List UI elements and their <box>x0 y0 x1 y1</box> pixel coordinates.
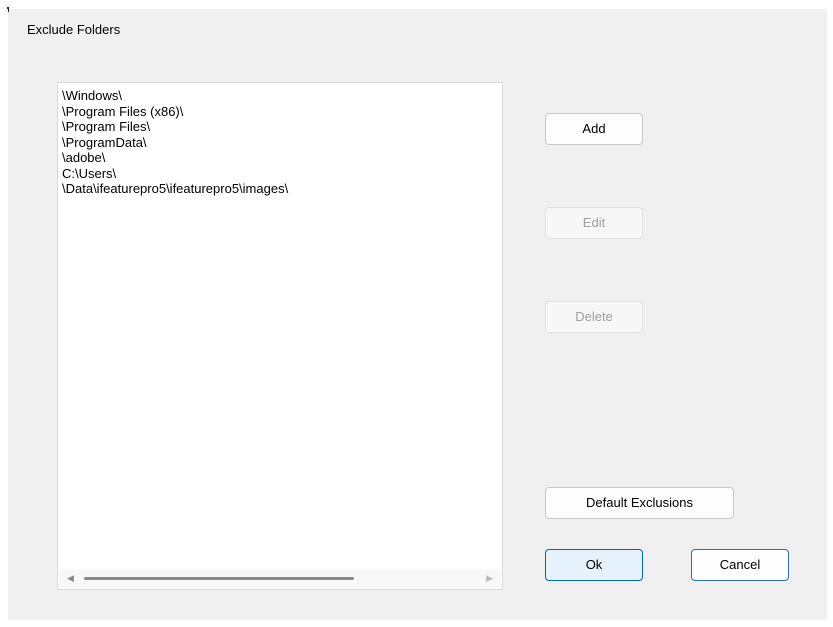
list-item[interactable]: \Data\ifeaturepro5\ifeaturepro5\images\ <box>62 181 288 197</box>
dialog-title: Exclude Folders <box>27 22 121 37</box>
edit-button[interactable]: Edit <box>545 207 643 239</box>
list-item[interactable]: C:\Users\ <box>62 166 288 182</box>
window-bottom-edge <box>0 620 833 627</box>
list-item[interactable]: \Program Files\ <box>62 119 288 135</box>
scroll-thumb[interactable] <box>84 577 354 580</box>
folder-list: \Windows\ \Program Files (x86)\ \Program… <box>62 88 288 197</box>
horizontal-scrollbar[interactable]: ◀ ▶ <box>59 569 501 588</box>
list-item[interactable]: \adobe\ <box>62 150 288 166</box>
window-left-edge <box>0 9 8 627</box>
list-item[interactable]: \ProgramData\ <box>62 135 288 151</box>
exclude-folders-dialog: Exclude Folders \Windows\ \Program Files… <box>0 0 833 627</box>
scroll-right-arrow-icon[interactable]: ▶ <box>486 573 493 584</box>
add-button[interactable]: Add <box>545 113 643 145</box>
window-right-edge <box>827 9 833 627</box>
delete-button[interactable]: Delete <box>545 301 643 333</box>
scroll-left-arrow-icon[interactable]: ◀ <box>67 573 74 584</box>
window-top-edge <box>0 0 833 9</box>
default-exclusions-button[interactable]: Default Exclusions <box>545 487 734 519</box>
cancel-button[interactable]: Cancel <box>691 549 789 581</box>
ok-button[interactable]: Ok <box>545 549 643 581</box>
excluded-folders-listbox[interactable]: \Windows\ \Program Files (x86)\ \Program… <box>57 82 503 590</box>
list-item[interactable]: \Program Files (x86)\ <box>62 104 288 120</box>
list-item[interactable]: \Windows\ <box>62 88 288 104</box>
